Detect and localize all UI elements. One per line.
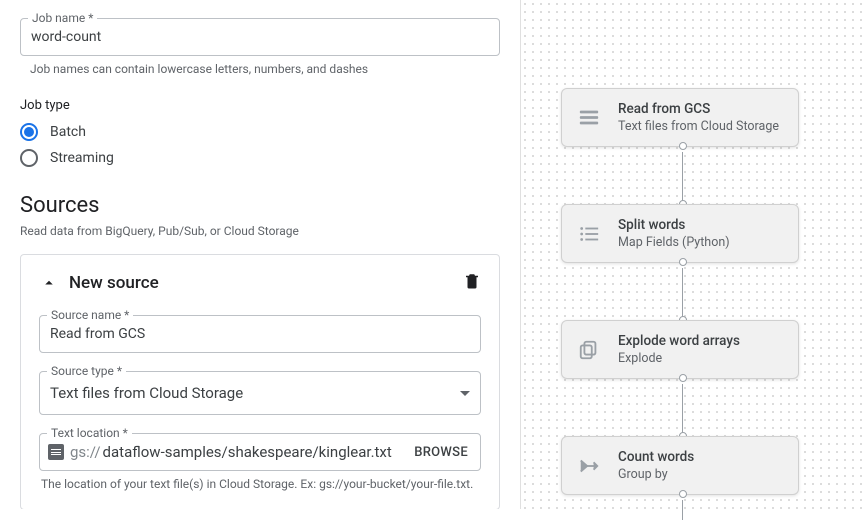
node-sub: Group by xyxy=(618,467,694,482)
node-title: Split words xyxy=(618,217,730,233)
file-icon xyxy=(48,444,64,460)
connector-line xyxy=(682,152,683,202)
merge-icon xyxy=(576,455,602,477)
node-sub: Text files from Cloud Storage xyxy=(618,119,779,134)
pipeline-canvas[interactable]: Read from GCS Text files from Cloud Stor… xyxy=(520,0,862,509)
text-location-helper: The location of your text file(s) in Clo… xyxy=(41,477,481,491)
delete-source-button[interactable] xyxy=(463,271,481,295)
streaming-label: Streaming xyxy=(50,150,114,166)
batch-label: Batch xyxy=(50,124,86,140)
source-card: New source Source name * Source type * T… xyxy=(20,254,500,509)
node-title: Read from GCS xyxy=(618,101,779,117)
job-type-streaming[interactable]: Streaming xyxy=(20,149,500,167)
collapse-icon[interactable] xyxy=(39,274,59,292)
gs-prefix: gs:// xyxy=(70,443,101,461)
connector-line xyxy=(682,500,683,520)
node-sub: Explode xyxy=(618,351,740,366)
radio-unchecked-icon xyxy=(20,149,38,167)
source-card-title: New source xyxy=(69,273,463,293)
pipeline-node-split[interactable]: Split words Map Fields (Python) xyxy=(561,204,799,263)
pipeline-node-count[interactable]: Count words Group by xyxy=(561,436,799,495)
job-type-batch[interactable]: Batch xyxy=(20,123,500,141)
storage-icon xyxy=(576,107,602,129)
sources-heading: Sources xyxy=(20,193,500,218)
connector-dot xyxy=(679,490,687,498)
source-type-label: Source type * xyxy=(47,364,126,378)
caret-down-icon xyxy=(460,391,470,396)
job-name-label: Job name * xyxy=(28,11,97,25)
job-name-helper: Job names can contain lowercase letters,… xyxy=(30,62,500,76)
job-type-label: Job type xyxy=(20,98,500,113)
source-type-value: Text files from Cloud Storage xyxy=(50,384,243,402)
connector-line xyxy=(682,384,683,434)
sources-sub: Read data from BigQuery, Pub/Sub, or Clo… xyxy=(20,224,500,238)
browse-button[interactable]: BROWSE xyxy=(410,445,472,460)
connector-dot xyxy=(679,258,687,266)
list-icon xyxy=(576,223,602,245)
text-location-input[interactable] xyxy=(103,443,411,461)
text-location-label: Text location * xyxy=(47,426,132,440)
connector-dot xyxy=(679,374,687,382)
source-name-label: Source name * xyxy=(47,308,133,322)
node-sub: Map Fields (Python) xyxy=(618,235,730,250)
node-title: Count words xyxy=(618,449,694,465)
connector-dot xyxy=(679,142,687,150)
connector-line xyxy=(682,268,683,318)
radio-checked-icon xyxy=(20,123,38,141)
copy-icon xyxy=(576,339,602,361)
node-title: Explode word arrays xyxy=(618,333,740,349)
pipeline-node-explode[interactable]: Explode word arrays Explode xyxy=(561,320,799,379)
pipeline-node-read[interactable]: Read from GCS Text files from Cloud Stor… xyxy=(561,88,799,147)
